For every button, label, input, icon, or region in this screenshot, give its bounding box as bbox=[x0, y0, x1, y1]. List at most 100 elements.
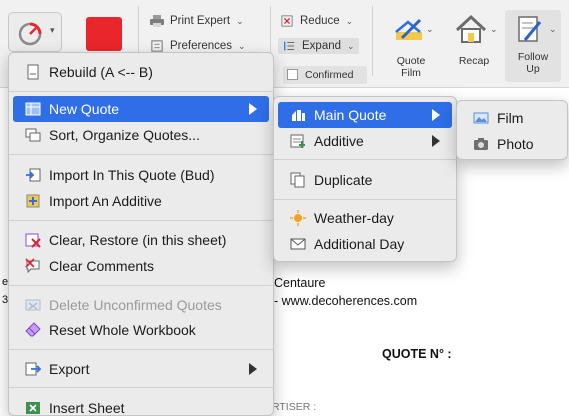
color-swatch-button[interactable] bbox=[86, 17, 122, 51]
confirmed-checkbox[interactable] bbox=[287, 69, 298, 80]
preferences-icon bbox=[151, 40, 163, 52]
reduce-button[interactable]: Reduce ⌄ bbox=[280, 15, 353, 27]
menu-item-insert-sheet[interactable]: Insert Sheet bbox=[13, 395, 269, 416]
menu-separator bbox=[274, 159, 456, 160]
quote-film-label-line1: Quote bbox=[396, 55, 426, 67]
recap-label: Recap bbox=[458, 55, 490, 67]
preferences-label: Preferences bbox=[170, 40, 233, 52]
envelope-icon bbox=[290, 238, 306, 250]
menu-item-additional-day[interactable]: Additional Day bbox=[278, 231, 452, 257]
follow-up-label-line1: Follow bbox=[517, 51, 549, 63]
chevron-down-icon: ⌄ bbox=[347, 40, 355, 51]
sheet-company-name: Centaure bbox=[274, 276, 326, 290]
quote-tools-menu-button[interactable]: ▾ bbox=[8, 12, 62, 52]
menu-item-weather-day[interactable]: Weather-day bbox=[278, 205, 452, 231]
submenu-arrow-icon bbox=[432, 109, 440, 121]
menu-item-photo[interactable]: Photo bbox=[461, 131, 563, 157]
insert-sheet-icon bbox=[26, 402, 40, 414]
menu-item-clear-comments[interactable]: Clear Comments bbox=[13, 253, 269, 279]
sort-icon bbox=[25, 128, 41, 142]
sheet-website: - www.decoherences.com bbox=[274, 294, 418, 308]
menu-item-export[interactable]: Export bbox=[13, 356, 269, 382]
sheet-advertiser-label: RTISER : bbox=[272, 401, 317, 413]
sheet-quote-number-label: QUOTE N° : bbox=[382, 347, 452, 361]
menu-item-label: Delete Unconfirmed Quotes bbox=[49, 297, 222, 313]
print-expert-button[interactable]: Print Expert ⌄ bbox=[150, 15, 244, 27]
import-icon bbox=[26, 168, 41, 182]
delete-icon bbox=[25, 299, 41, 311]
menu-item-delete-unconfirmed[interactable]: Delete Unconfirmed Quotes bbox=[13, 292, 269, 318]
export-icon bbox=[25, 362, 41, 376]
clear-comments-icon bbox=[25, 258, 40, 274]
main-quote-icon bbox=[292, 110, 305, 121]
menu-item-label: Export bbox=[49, 361, 90, 377]
submenu-arrow-icon bbox=[249, 363, 257, 375]
menu-item-label: Duplicate bbox=[314, 172, 373, 188]
menu-item-label: Weather-day bbox=[314, 210, 394, 226]
menu-item-label: Main Quote bbox=[314, 107, 387, 123]
menu-item-rebuild[interactable]: Rebuild (A <-- B) bbox=[13, 59, 269, 85]
menu-separator bbox=[274, 199, 456, 200]
expand-label: Expand bbox=[302, 40, 342, 52]
film-icon bbox=[473, 112, 489, 124]
table-icon bbox=[25, 102, 41, 116]
menu-item-sort-organize[interactable]: Sort, Organize Quotes... bbox=[13, 122, 269, 148]
menu-item-reset-workbook[interactable]: Reset Whole Workbook bbox=[13, 317, 269, 343]
print-expert-label: Print Expert bbox=[170, 15, 231, 27]
quote-film-icon bbox=[395, 18, 422, 40]
menu-item-film[interactable]: Film bbox=[461, 105, 563, 131]
submenu-arrow-icon bbox=[432, 135, 440, 147]
menu-item-label: Import In This Quote (Bud) bbox=[49, 167, 215, 183]
menu-item-label: Clear, Restore (in this sheet) bbox=[49, 232, 227, 248]
reduce-label: Reduce bbox=[300, 15, 340, 27]
menu-item-duplicate[interactable]: Duplicate bbox=[278, 167, 452, 193]
menu-item-main-quote[interactable]: Main Quote bbox=[278, 102, 452, 128]
printer-icon bbox=[150, 15, 164, 27]
expand-button[interactable]: Expand ⌄ bbox=[278, 38, 359, 54]
menu-item-label: Rebuild (A <-- B) bbox=[49, 64, 153, 80]
menu-item-label: Insert Sheet bbox=[49, 400, 125, 416]
quote-tools-menu: Rebuild (A <-- B) New Quote Sort, Organi… bbox=[8, 52, 274, 416]
follow-up-button[interactable]: ⌄ Follow Up bbox=[505, 10, 561, 82]
menu-item-clear-restore[interactable]: Clear, Restore (in this sheet) bbox=[13, 227, 269, 253]
follow-up-label-line2: Up bbox=[526, 63, 540, 75]
menu-item-import-additive[interactable]: Import An Additive bbox=[13, 188, 269, 214]
preferences-button[interactable]: Preferences ⌄ bbox=[150, 40, 246, 52]
menu-separator bbox=[9, 220, 273, 221]
menu-item-label: Film bbox=[497, 110, 524, 126]
submenu-arrow-icon bbox=[249, 103, 257, 115]
menu-separator bbox=[9, 285, 273, 286]
follow-up-icon bbox=[518, 16, 542, 42]
rebuild-icon bbox=[27, 64, 39, 80]
menu-item-additive[interactable]: Additive bbox=[278, 128, 452, 154]
menu-separator bbox=[9, 349, 273, 350]
confirmed-label: Confirmed bbox=[305, 69, 354, 81]
chevron-down-icon: ⌄ bbox=[236, 15, 244, 26]
reduce-icon bbox=[281, 15, 293, 27]
confirmed-checkbox-group[interactable]: Confirmed bbox=[283, 66, 367, 84]
main-quote-submenu: Film Photo bbox=[456, 100, 568, 160]
house-icon bbox=[455, 14, 487, 43]
menu-separator bbox=[9, 154, 273, 155]
menu-item-label: Sort, Organize Quotes... bbox=[49, 127, 200, 143]
ribbon-divider bbox=[372, 6, 373, 76]
menu-item-label: Clear Comments bbox=[49, 258, 155, 274]
camera-icon bbox=[474, 138, 488, 150]
chevron-down-icon: ⌄ bbox=[345, 15, 354, 26]
menu-item-label: New Quote bbox=[49, 101, 120, 117]
chevron-down-icon: ⌄ bbox=[238, 40, 246, 51]
weather-icon bbox=[290, 210, 306, 226]
menu-item-new-quote[interactable]: New Quote bbox=[13, 96, 269, 122]
additive-icon bbox=[290, 134, 305, 148]
menu-item-label: Photo bbox=[497, 136, 534, 152]
new-quote-submenu: Main Quote Additive Duplicate Weather-da… bbox=[273, 96, 457, 262]
chevron-down-icon: ⌄ bbox=[549, 24, 557, 34]
expand-icon bbox=[284, 41, 295, 51]
chevron-down-icon: ▾ bbox=[50, 25, 55, 35]
chevron-down-icon: ⌄ bbox=[490, 24, 498, 34]
chevron-down-icon: ⌄ bbox=[426, 24, 434, 34]
quote-film-button[interactable]: ⌄ Quote Film bbox=[380, 14, 442, 79]
menu-item-import-in-quote[interactable]: Import In This Quote (Bud) bbox=[13, 162, 269, 188]
recap-button[interactable]: ⌄ Recap bbox=[446, 14, 502, 67]
menu-item-label: Import An Additive bbox=[49, 193, 162, 209]
